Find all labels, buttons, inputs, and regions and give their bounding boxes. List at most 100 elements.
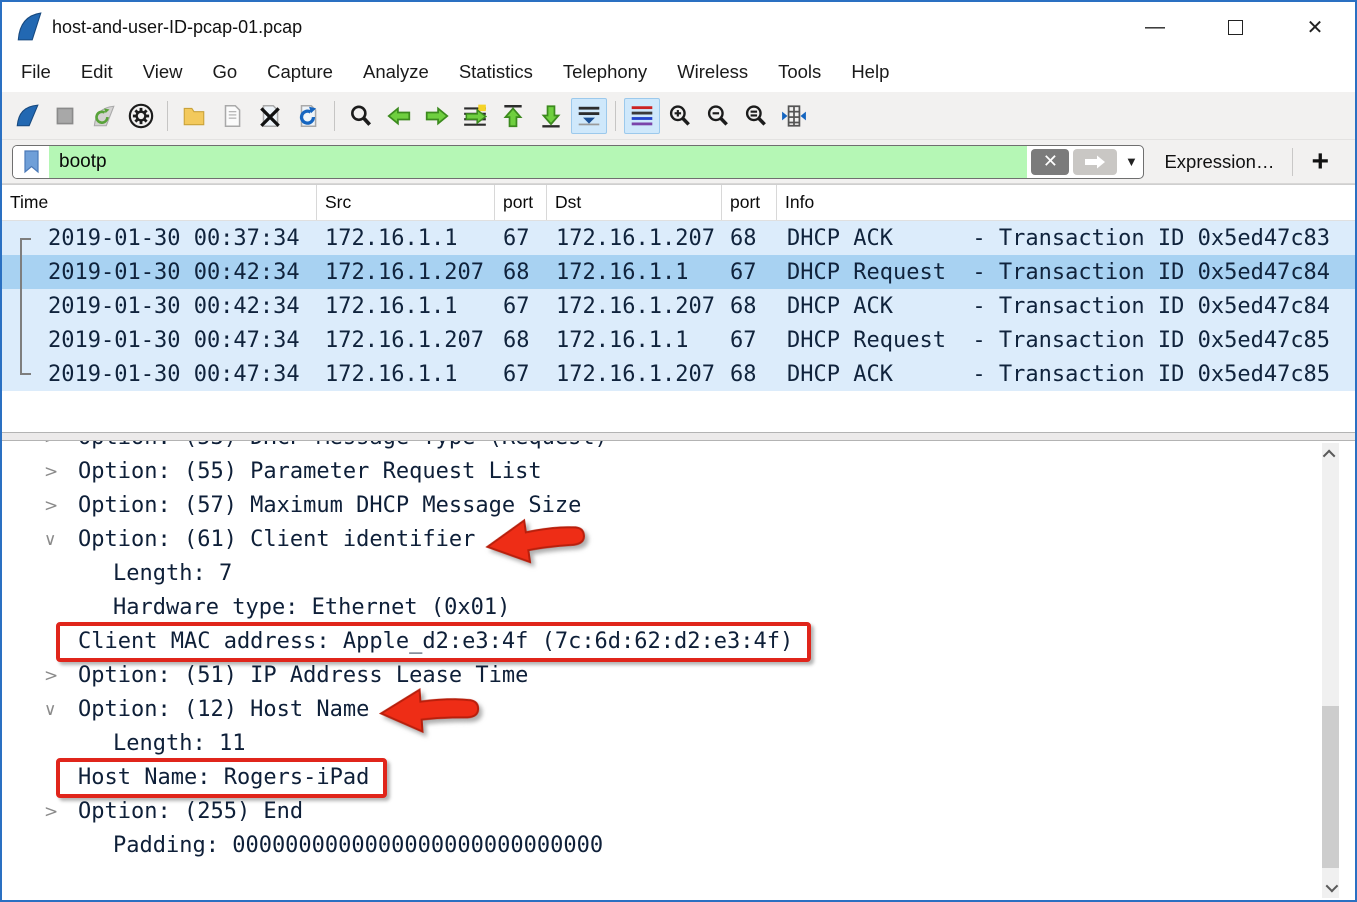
save-file-button[interactable]: [214, 98, 250, 134]
detail-row-client-identifier[interactable]: ∨ Option: (61) Client identifier: [2, 523, 1355, 557]
detail-text: Hardware type: Ethernet (0x01): [113, 591, 510, 625]
menu-edit[interactable]: Edit: [66, 61, 128, 83]
go-back-button[interactable]: [381, 98, 417, 134]
cell-sport: 67: [495, 294, 547, 319]
close-button[interactable]: ✕: [1275, 2, 1355, 52]
expander-icon[interactable]: >: [44, 659, 78, 693]
capture-options-button[interactable]: [123, 98, 159, 134]
vertical-scrollbar[interactable]: [1322, 443, 1339, 898]
detail-row[interactable]: Length: 11: [2, 727, 1355, 761]
scroll-down-button[interactable]: [1322, 878, 1339, 896]
add-filter-button[interactable]: +: [1311, 149, 1329, 175]
detail-text: Option: (12) Host Name: [78, 693, 369, 727]
colorize-button[interactable]: [624, 98, 660, 134]
colorize-icon: [629, 103, 655, 129]
expression-button[interactable]: Expression…: [1164, 151, 1274, 173]
detail-row[interactable]: Length: 7: [2, 557, 1355, 591]
expander-icon[interactable]: ∨: [44, 523, 78, 557]
menu-capture[interactable]: Capture: [252, 61, 348, 83]
cell-info: DHCP ACK - Transaction ID 0x5ed47c83: [777, 226, 1355, 251]
packet-row-selected[interactable]: 2019-01-30 00:42:34 172.16.1.207 68 172.…: [2, 255, 1355, 289]
resize-columns-icon: [781, 103, 807, 129]
zoom-reset-button[interactable]: [738, 98, 774, 134]
close-file-button[interactable]: [252, 98, 288, 134]
bookmark-icon: [23, 150, 40, 174]
menu-bar: File Edit View Go Capture Analyze Statis…: [2, 52, 1355, 92]
filter-clear-button[interactable]: ✕: [1031, 149, 1069, 175]
detail-text: Padding: 0000000000000000000000000000: [113, 829, 603, 863]
go-forward-button[interactable]: [419, 98, 455, 134]
minimize-button[interactable]: —: [1115, 2, 1195, 52]
packet-row[interactable]: 2019-01-30 00:47:34 172.16.1.1 67 172.16…: [2, 357, 1355, 391]
expander-icon[interactable]: >: [44, 441, 78, 455]
cell-dport: 68: [722, 362, 777, 387]
packet-list-header: Time Src port Dst port Info: [2, 185, 1355, 221]
cell-dst: 172.16.1.207: [547, 294, 722, 319]
detail-row[interactable]: Hardware type: Ethernet (0x01): [2, 591, 1355, 625]
go-first-button[interactable]: [495, 98, 531, 134]
packet-row[interactable]: 2019-01-30 00:42:34 172.16.1.1 67 172.16…: [2, 289, 1355, 323]
expander-icon[interactable]: >: [44, 455, 78, 489]
detail-row-host-name-value[interactable]: Host Name: Rogers-iPad: [2, 761, 1355, 795]
packet-row[interactable]: 2019-01-30 00:47:34 172.16.1.207 68 172.…: [2, 323, 1355, 357]
detail-row-host-name-option[interactable]: ∨ Option: (12) Host Name: [2, 693, 1355, 727]
expander-icon[interactable]: >: [44, 795, 78, 829]
detail-row[interactable]: > Option: (57) Maximum DHCP Message Size: [2, 489, 1355, 523]
go-to-packet-button[interactable]: [457, 98, 493, 134]
stop-capture-button[interactable]: [47, 98, 83, 134]
start-capture-button[interactable]: [9, 98, 45, 134]
filter-bookmark-button[interactable]: [13, 146, 49, 178]
column-header-dport[interactable]: port: [722, 185, 777, 220]
display-filter-input[interactable]: bootp: [49, 146, 1027, 178]
column-header-sport[interactable]: port: [495, 185, 547, 220]
wireshark-window: host-and-user-ID-pcap-01.pcap — ✕ File E…: [0, 0, 1357, 902]
pane-splitter[interactable]: [2, 432, 1355, 441]
open-file-button[interactable]: [176, 98, 212, 134]
filter-apply-button[interactable]: [1073, 149, 1117, 175]
scroll-up-button[interactable]: [1322, 445, 1339, 463]
menu-file[interactable]: File: [6, 61, 66, 83]
menu-analyze[interactable]: Analyze: [348, 61, 444, 83]
menu-statistics[interactable]: Statistics: [444, 61, 548, 83]
detail-text: Option: (255) End: [78, 795, 303, 829]
detail-text: Length: 11: [113, 727, 245, 761]
scrollbar-thumb[interactable]: [1322, 706, 1339, 868]
expander-icon[interactable]: >: [44, 489, 78, 523]
reload-file-button[interactable]: [290, 98, 326, 134]
go-last-button[interactable]: [533, 98, 569, 134]
packet-row[interactable]: 2019-01-30 00:37:34 172.16.1.1 67 172.16…: [2, 221, 1355, 255]
menu-tools[interactable]: Tools: [763, 61, 836, 83]
maximize-icon: [1228, 20, 1243, 35]
restart-capture-button[interactable]: [85, 98, 121, 134]
auto-scroll-button[interactable]: [571, 98, 607, 134]
arrow-up-bar-icon: [500, 103, 526, 129]
menu-go[interactable]: Go: [197, 61, 252, 83]
cell-info: DHCP ACK - Transaction ID 0x5ed47c85: [777, 362, 1355, 387]
detail-row[interactable]: > Option: (53) DHCP Message Type (Reques…: [2, 441, 1355, 455]
expander-icon[interactable]: ∨: [44, 693, 78, 727]
filter-separator: [1292, 148, 1293, 176]
cell-dport: 68: [722, 226, 777, 251]
detail-row[interactable]: > Option: (255) End: [2, 795, 1355, 829]
detail-row[interactable]: Padding: 0000000000000000000000000000: [2, 829, 1355, 863]
column-header-dst[interactable]: Dst: [547, 185, 722, 220]
detail-row[interactable]: > Option: (55) Parameter Request List: [2, 455, 1355, 489]
zoom-out-button[interactable]: [700, 98, 736, 134]
column-header-info[interactable]: Info: [777, 185, 1355, 220]
resize-columns-button[interactable]: [776, 98, 812, 134]
detail-row-client-mac[interactable]: Client MAC address: Apple_d2:e3:4f (7c:6…: [2, 625, 1355, 659]
filter-history-dropdown[interactable]: ▼: [1119, 146, 1143, 178]
menu-help[interactable]: Help: [836, 61, 904, 83]
detail-row[interactable]: > Option: (51) IP Address Lease Time: [2, 659, 1355, 693]
menu-view[interactable]: View: [128, 61, 198, 83]
column-header-src[interactable]: Src: [317, 185, 495, 220]
packet-detail-pane: > Option: (53) DHCP Message Type (Reques…: [2, 441, 1355, 900]
maximize-button[interactable]: [1195, 2, 1275, 52]
menu-wireless[interactable]: Wireless: [662, 61, 763, 83]
detail-text: Option: (53) DHCP Message Type (Request): [78, 441, 608, 455]
cell-src: 172.16.1.1: [317, 226, 495, 251]
column-header-time[interactable]: Time: [2, 185, 317, 220]
find-packet-button[interactable]: [343, 98, 379, 134]
zoom-in-button[interactable]: [662, 98, 698, 134]
menu-telephony[interactable]: Telephony: [548, 61, 662, 83]
